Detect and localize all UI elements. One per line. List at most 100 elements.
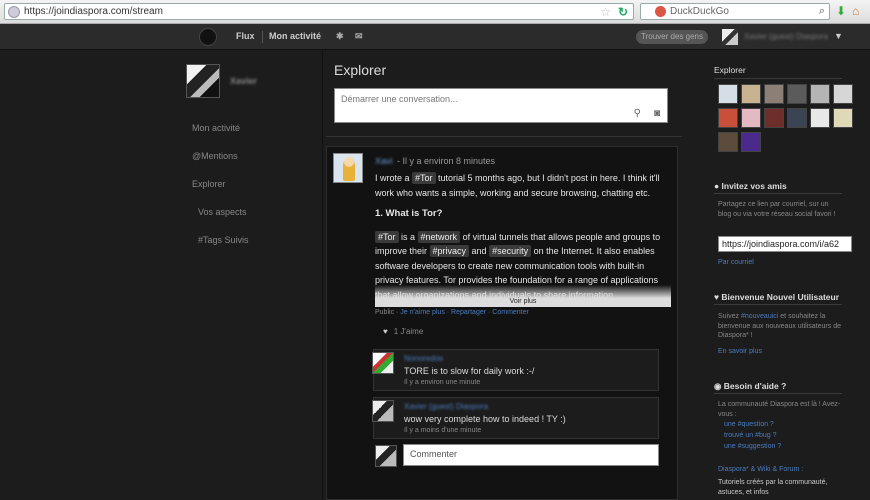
divider [714, 78, 842, 79]
welcome-text: Suivez #nouveauici et souhaitez la bienv… [718, 312, 842, 341]
post-author-name[interactable]: Xavi [375, 156, 393, 166]
post-heading: 1. What is Tor? [375, 208, 443, 219]
post-timestamp[interactable]: - Il y a environ 8 minutes [397, 156, 495, 166]
comment-avatar[interactable] [372, 400, 394, 422]
spotlight-avatar[interactable] [718, 132, 738, 152]
publisher-placeholder: Démarrer une conversation... [341, 94, 458, 104]
notifications-icon[interactable]: ✱ [336, 31, 344, 42]
reload-icon[interactable]: ↻ [618, 5, 628, 19]
invite-email-link: Par courriel [718, 258, 842, 268]
site-identity-icon[interactable] [8, 5, 20, 18]
learn-more: En savoir plus [718, 347, 842, 357]
comment-input[interactable]: Commenter [403, 444, 659, 466]
welcome-text-a: Suivez [718, 313, 741, 320]
hashtag-tor[interactable]: #Tor [412, 172, 436, 184]
duckduckgo-icon[interactable] [655, 6, 666, 17]
column-divider [322, 50, 323, 500]
home-icon[interactable]: ⌂ [852, 5, 864, 17]
address-url: https://joindiaspora.com/stream [24, 6, 163, 17]
spotlight-avatar[interactable] [764, 108, 784, 128]
address-bar[interactable]: https://joindiaspora.com/stream ☆ ↻ [4, 3, 634, 20]
hashtag-tor[interactable]: #Tor [375, 230, 399, 243]
post-actions[interactable]: Je n'aime plus · Repartager · Commenter [400, 309, 529, 316]
post-text: I wrote a [375, 173, 413, 183]
spotlight-avatar[interactable] [718, 108, 738, 128]
comment-time[interactable]: Il y a moins d'une minute [404, 427, 481, 434]
invite-link-input[interactable]: https://joindiaspora.com/i/a62 [718, 236, 852, 252]
top-navigation: Flux Mon activité ✱ ✉ Trouver des gens X… [0, 24, 870, 50]
post-text: and [469, 246, 490, 256]
profile-avatar[interactable] [186, 64, 220, 98]
publisher-input[interactable]: Démarrer une conversation... ⚲ ◙ [334, 88, 668, 123]
comment-text: wow very complete how to indeed ! TY :) [404, 414, 566, 424]
help-links: Diaspora* & Wiki & Forum : [718, 465, 842, 475]
sidebar-item-aspects[interactable]: Vos aspects [198, 207, 247, 217]
hashtag-security[interactable]: #security [489, 245, 532, 257]
browser-search-box[interactable]: DuckDuckGo ⌕ [640, 3, 830, 20]
location-pin-icon[interactable]: ⚲ [634, 108, 641, 119]
likes-count[interactable]: 1 J'aime [394, 327, 424, 336]
comment-author[interactable]: Xavier (guest) Diaspora [404, 402, 488, 411]
comment-author[interactable]: Nonoredos [404, 354, 443, 363]
help-text: La communauté Diaspora est là ! Avez-vou… [718, 401, 841, 418]
spotlight-avatar[interactable] [833, 108, 853, 128]
sidebar-item-followed-tags[interactable]: #Tags Suivis [198, 235, 249, 245]
help-question-text[interactable]: une #question ? [724, 421, 774, 428]
user-menu-caret-icon[interactable]: ▼ [834, 31, 843, 41]
heart-icon: ♥ [714, 292, 720, 302]
nav-stream-link[interactable]: Flux [236, 31, 255, 41]
welcome-title-text: Bienvenue Nouvel Utilisateur [721, 292, 840, 302]
help-suggestion-link: une #suggestion ? [724, 442, 848, 452]
divider [714, 393, 842, 394]
current-user-avatar [375, 445, 397, 467]
sidebar-item-mentions[interactable]: @Mentions [192, 151, 238, 161]
help-links-text[interactable]: Diaspora* & Wiki & Forum : [718, 466, 803, 473]
sidebar-item-my-activity[interactable]: Mon activité [192, 123, 240, 133]
spotlight-avatar[interactable] [764, 84, 784, 104]
messages-icon[interactable]: ✉ [355, 31, 363, 42]
help-question-link: une #question ? [724, 420, 848, 430]
welcome-tag-link[interactable]: #nouveauici [741, 313, 778, 320]
show-more-button[interactable]: Voir plus [375, 298, 671, 305]
spotlight-avatar[interactable] [741, 84, 761, 104]
help-suggestion-text[interactable]: une #suggestion ? [724, 443, 781, 450]
learn-more-link[interactable]: En savoir plus [718, 348, 762, 355]
comment-text: TORE is to slow for daily work :-/ [404, 366, 535, 376]
browser-toolbar: https://joindiaspora.com/stream ☆ ↻ Duck… [0, 0, 870, 24]
comment: Xavier (guest) Diaspora wow very complet… [372, 397, 659, 439]
sidebar-item-explorer[interactable]: Explorer [192, 179, 226, 189]
hashtag-privacy[interactable]: #privacy [429, 245, 470, 257]
spotlight-avatar[interactable] [810, 108, 830, 128]
comment-time[interactable]: Il y a environ une minute [404, 379, 480, 386]
spotlight-avatar[interactable] [787, 108, 807, 128]
nav-separator [262, 31, 263, 43]
spotlight-avatar[interactable] [787, 84, 807, 104]
invite-email-text[interactable]: Par courriel [718, 259, 754, 266]
nav-my-activity-link[interactable]: Mon activité [269, 31, 321, 41]
invite-section-title: ● Invitez vos amis [714, 181, 787, 191]
user-avatar[interactable] [722, 29, 738, 45]
post-author-avatar[interactable] [333, 153, 363, 183]
spotlight-avatar[interactable] [741, 132, 761, 152]
profile-name[interactable]: Xavier [230, 76, 257, 86]
hashtag-network[interactable]: #network [417, 230, 461, 243]
camera-icon[interactable]: ◙ [654, 108, 660, 119]
spotlight-avatar[interactable] [718, 84, 738, 104]
user-menu-name[interactable]: Xavier (guest) Diaspora [744, 32, 828, 41]
invite-text: Partagez ce lien par courriel, sur un bl… [718, 201, 836, 218]
post-paragraph-1: I wrote a #Tor tutorial 5 months ago, bu… [375, 171, 671, 200]
comment-avatar[interactable] [372, 352, 394, 374]
bookmark-star-icon[interactable]: ☆ [600, 5, 611, 19]
help-section-title: ◉ Besoin d'aide ? [714, 381, 786, 392]
post-text: is a [398, 231, 418, 242]
page-title: Explorer [334, 62, 387, 78]
spotlight-avatar[interactable] [833, 84, 853, 104]
spotlight-avatar[interactable] [810, 84, 830, 104]
download-icon[interactable]: ⬇ [836, 5, 848, 17]
people-search-input[interactable]: Trouver des gens [636, 30, 708, 44]
help-bug-text[interactable]: trouvé un #bug ? [724, 432, 777, 439]
search-icon[interactable]: ⌕ [819, 5, 825, 18]
diaspora-logo-icon[interactable] [200, 29, 216, 45]
invite-title-text: Invitez vos amis [721, 181, 787, 191]
spotlight-avatar[interactable] [741, 108, 761, 128]
